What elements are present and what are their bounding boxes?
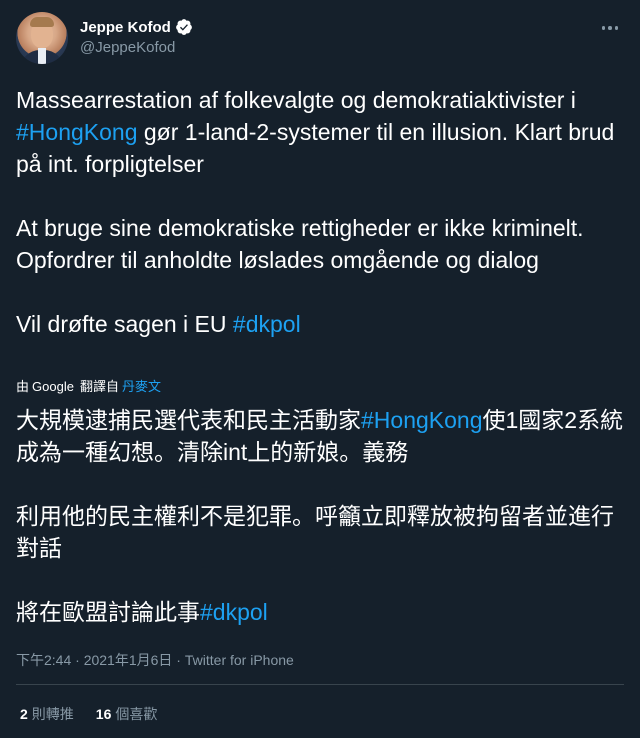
translation-paragraph: 將在歐盟討論此事#dkpol	[16, 596, 624, 628]
tweet-stats: 2 則轉推 16 個喜歡	[20, 704, 157, 724]
translation-attribution: 由 Google ​ 翻譯自 丹麥文	[16, 379, 161, 395]
meta-separator: ·	[71, 652, 84, 668]
hashtag-link[interactable]: #HongKong	[16, 119, 138, 145]
hashtag-link[interactable]: #dkpol	[233, 311, 301, 337]
more-options-button[interactable]	[596, 14, 624, 42]
retweets-count: 2	[20, 706, 28, 722]
tweet-meta: 下午2:44 · 2021年1月6日 · Twitter for iPhone	[16, 650, 294, 670]
tweet-card: Jeppe Kofod @JeppeKofod Massearrestation…	[0, 0, 640, 738]
divider	[16, 684, 624, 685]
name-row: Jeppe Kofod	[80, 18, 193, 36]
meta-separator-2: ·	[172, 652, 185, 668]
translated-text: 大規模逮捕民選代表和民主活動家#HongKong使1國家2系統成為一種幻想。清除…	[16, 404, 624, 628]
source-language-link[interactable]: 丹麥文	[122, 379, 161, 395]
likes-stat[interactable]: 16 個喜歡	[96, 704, 158, 724]
tweet-text-segment: Massearrestation af folkevalgte og demok…	[16, 87, 576, 113]
translation-text-segment: 將在歐盟討論此事	[16, 599, 200, 625]
display-name[interactable]: Jeppe Kofod	[80, 19, 171, 36]
retweets-stat[interactable]: 2 則轉推	[20, 704, 74, 724]
avatar[interactable]	[16, 12, 68, 64]
translation-action: 翻譯自	[79, 379, 119, 394]
verified-badge-icon	[175, 18, 193, 36]
translation-text-segment: 大規模逮捕民選代表和民主活動家	[16, 407, 361, 433]
translation-paragraph: 大規模逮捕民選代表和民主活動家#HongKong使1國家2系統成為一種幻想。清除…	[16, 404, 624, 468]
likes-count: 16	[95, 706, 112, 722]
hashtag-link[interactable]: #HongKong	[361, 407, 483, 433]
user-handle[interactable]: @JeppeKofod	[80, 39, 175, 56]
translation-by: 由	[16, 379, 30, 394]
tweet-text: Massearrestation af folkevalgte og demok…	[16, 84, 624, 340]
likes-label: 個喜歡	[115, 706, 158, 722]
tweet-date[interactable]: 2021年1月6日	[84, 652, 173, 668]
retweets-label: 則轉推	[31, 706, 74, 722]
tweet-paragraph: At bruge sine demokratiske rettigheder e…	[16, 212, 624, 276]
tweet-paragraph: Massearrestation af folkevalgte og demok…	[16, 84, 624, 180]
tweet-header: Jeppe Kofod @JeppeKofod	[16, 12, 624, 64]
translation-text-segment: 利用他的民主權利不是犯罪。呼籲立即釋放被拘留者並進行對話	[16, 503, 614, 561]
tweet-time[interactable]: 下午2:44	[16, 652, 71, 668]
tweet-text-segment: Vil drøfte sagen i EU	[16, 311, 233, 337]
google-logo: Google	[32, 379, 74, 394]
translation-paragraph: 利用他的民主權利不是犯罪。呼籲立即釋放被拘留者並進行對話	[16, 500, 624, 564]
tweet-source[interactable]: Twitter for iPhone	[185, 652, 294, 668]
tweet-text-segment: At bruge sine demokratiske rettigheder e…	[16, 215, 584, 273]
hashtag-link[interactable]: #dkpol	[200, 599, 268, 625]
tweet-paragraph: Vil drøfte sagen i EU #dkpol	[16, 308, 624, 340]
more-dots-icon	[601, 26, 606, 30]
